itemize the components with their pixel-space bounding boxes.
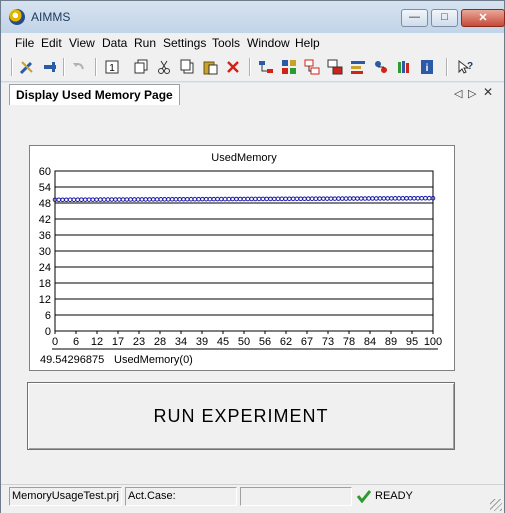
minimize-button[interactable]: — (401, 9, 428, 27)
y-tick-label: 18 (39, 278, 51, 290)
library-icon[interactable] (395, 58, 413, 76)
status-bar: MemoryUsageTest.prj Act.Case: READY (1, 484, 504, 513)
title-bar: AIMMS — □ ✕ (1, 1, 505, 33)
window-title: AIMMS (31, 10, 71, 24)
tab-scroll-left-icon[interactable]: ◁ (454, 87, 462, 100)
minimize-icon: — (409, 11, 420, 23)
y-tick-label: 42 (39, 214, 51, 226)
x-tick-label: 0 (52, 336, 58, 348)
cursor-series-readout: UsedMemory(0) (114, 354, 193, 366)
status-empty-cell (240, 487, 352, 506)
x-tick-label: 34 (175, 336, 187, 348)
delete-icon[interactable] (224, 58, 242, 76)
y-tick-label: 30 (39, 246, 51, 258)
y-tick-label: 6 (45, 310, 51, 322)
y-tick-label: 48 (39, 198, 51, 210)
menu-run[interactable]: Run (134, 36, 156, 50)
y-tick-label: 12 (39, 294, 51, 306)
page-tab-bar: Display Used Memory Page ◁ ▷ ✕ (1, 83, 504, 105)
identifier-selector-icon[interactable] (280, 58, 298, 76)
menu-data[interactable]: Data (102, 36, 127, 50)
tab-display-used-memory-page[interactable]: Display Used Memory Page (9, 84, 180, 105)
x-tick-label: 12 (91, 336, 103, 348)
close-icon: ✕ (478, 12, 488, 24)
resize-grip[interactable] (490, 499, 502, 511)
toolbar-separator (446, 58, 447, 76)
close-window-button[interactable]: ✕ (461, 9, 505, 27)
template-manager-icon[interactable] (326, 58, 344, 76)
x-tick-label: 78 (343, 336, 355, 348)
toolbar-separator (11, 58, 12, 76)
data-manager-icon[interactable] (372, 58, 390, 76)
tab-close-icon[interactable]: ✕ (483, 85, 493, 99)
menu-bar: File Edit View Data Run Settings Tools W… (1, 33, 504, 53)
toolbar: 1 i ? (1, 53, 504, 82)
info-icon[interactable]: i (418, 58, 436, 76)
y-tick-label: 24 (39, 262, 51, 274)
x-tick-label: 100 (424, 336, 442, 348)
page-content: UsedMemory 0 6 12 18 24 30 36 42 48 54 60 0 6 12 17 23 28… (1, 105, 504, 484)
y-tick-label: 36 (39, 230, 51, 242)
toolbar-separator (95, 58, 96, 76)
x-tick-label: 56 (259, 336, 271, 348)
cursor-value-readout: 49.54296875 (40, 354, 104, 366)
menu-tools[interactable]: Tools (212, 36, 240, 50)
toolbar-separator (63, 58, 64, 76)
x-tick-label: 84 (364, 336, 376, 348)
copy-icon[interactable] (178, 58, 196, 76)
tab-scroll-right-icon[interactable]: ▷ (468, 87, 476, 100)
context-help-icon[interactable]: ? (456, 58, 474, 76)
ready-check-icon (356, 489, 372, 506)
chart-title: UsedMemory (211, 152, 277, 164)
model-tree-icon[interactable] (257, 58, 275, 76)
x-tick-label: 50 (238, 336, 250, 348)
svg-text:1: 1 (109, 63, 115, 74)
x-tick-label: 95 (406, 336, 418, 348)
menu-settings[interactable]: Settings (163, 36, 206, 50)
menu-file[interactable]: File (15, 36, 34, 50)
svg-text:i: i (426, 63, 429, 74)
menu-view[interactable]: View (69, 36, 95, 50)
used-memory-chart: UsedMemory 0 6 12 18 24 30 36 42 48 54 60 0 6 12 17 23 28… (29, 145, 455, 371)
x-tick-label: 39 (196, 336, 208, 348)
status-project-name: MemoryUsageTest.prj (9, 487, 122, 506)
y-tick-label: 0 (45, 326, 51, 338)
x-tick-label: 89 (385, 336, 397, 348)
toolbar-separator (249, 58, 250, 76)
x-tick-label: 23 (133, 336, 145, 348)
svg-text:?: ? (467, 61, 473, 72)
x-tick-label: 62 (280, 336, 292, 348)
run-experiment-button[interactable]: RUN EXPERIMENT (27, 382, 455, 450)
pin-icon[interactable] (41, 58, 59, 76)
menu-window[interactable]: Window (247, 36, 290, 50)
y-tick-label: 60 (39, 166, 51, 178)
x-tick-label: 28 (154, 336, 166, 348)
undo-icon[interactable] (70, 58, 88, 76)
x-tick-label: 6 (73, 336, 79, 348)
stack-pages-icon[interactable] (132, 58, 150, 76)
status-active-case: Act.Case: (125, 487, 237, 506)
x-tick-label: 45 (217, 336, 229, 348)
tools-icon[interactable] (18, 58, 36, 76)
x-tick-label: 67 (301, 336, 313, 348)
app-window: AIMMS — □ ✕ File Edit View Data Run Sett… (0, 0, 505, 513)
status-ready-text: READY (375, 490, 413, 502)
chart-canvas: UsedMemory 0 6 12 18 24 30 36 42 48 54 60 0 6 12 17 23 28… (39, 152, 442, 366)
maximize-button[interactable]: □ (431, 9, 458, 27)
y-tick-label: 54 (39, 182, 51, 194)
menu-help[interactable]: Help (295, 36, 320, 50)
paste-icon[interactable] (201, 58, 219, 76)
x-tick-label: 17 (112, 336, 124, 348)
page-number-icon[interactable]: 1 (103, 58, 121, 76)
menu-edit[interactable]: Edit (41, 36, 62, 50)
menu-builder-icon[interactable] (349, 58, 367, 76)
page-manager-icon[interactable] (303, 58, 321, 76)
x-tick-label: 73 (322, 336, 334, 348)
aimms-logo-icon (9, 9, 25, 25)
cut-icon[interactable] (155, 58, 173, 76)
maximize-icon: □ (441, 11, 448, 23)
